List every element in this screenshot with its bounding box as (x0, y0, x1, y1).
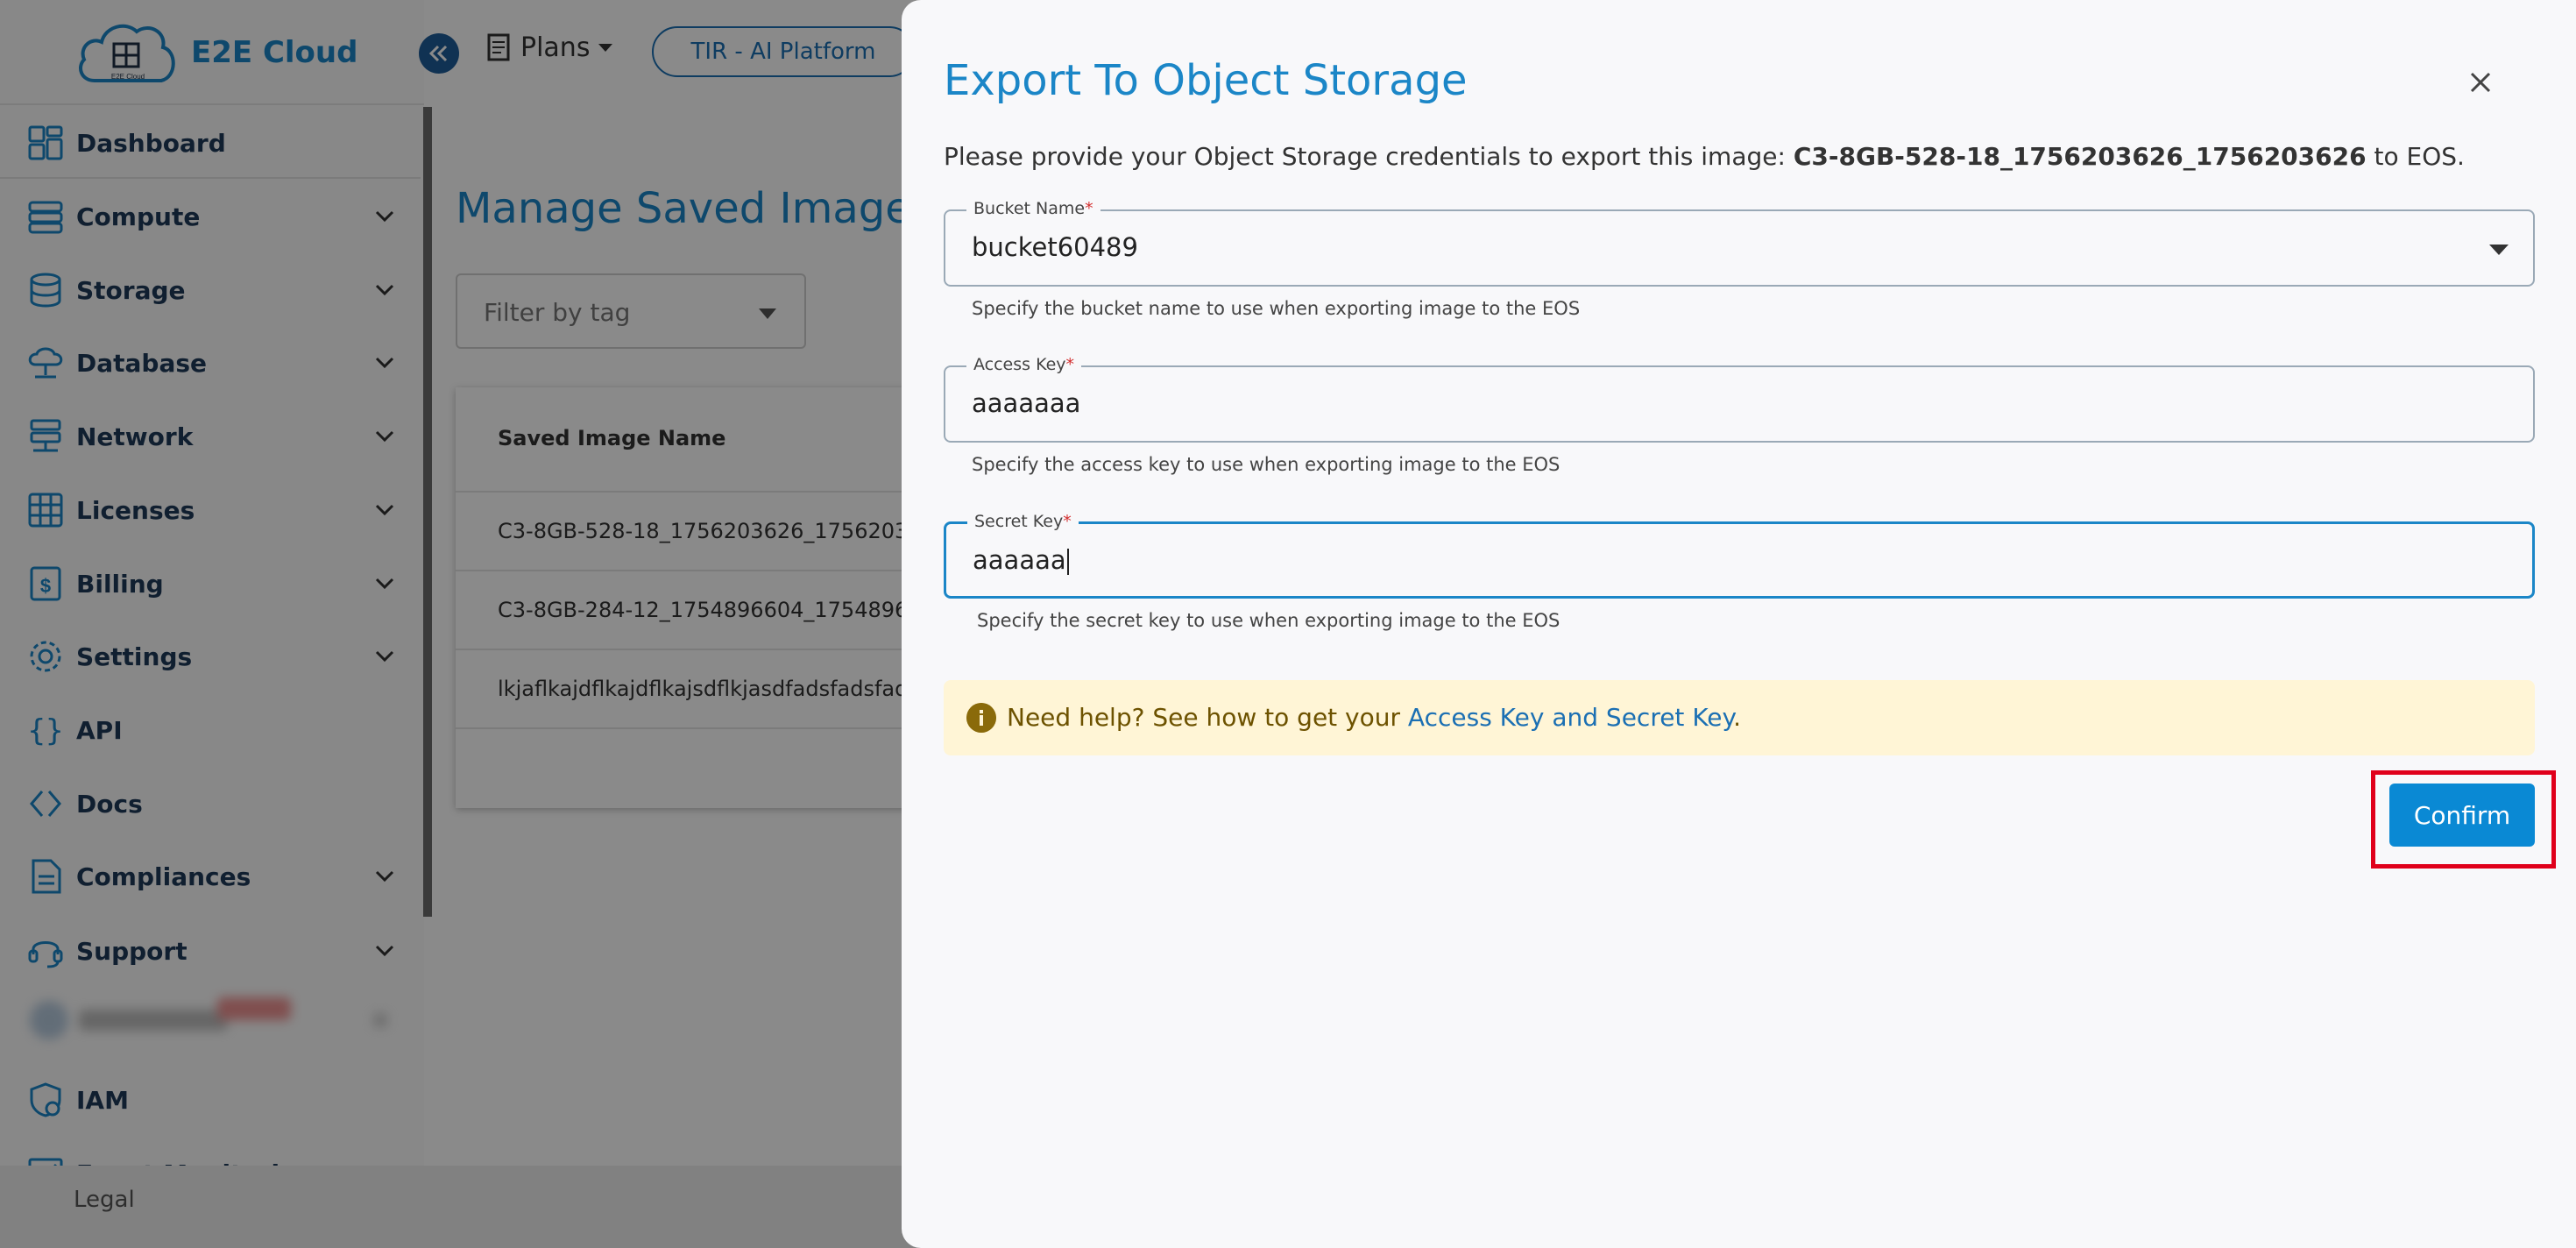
description-prefix: Please provide your Object Storage crede… (944, 142, 1794, 171)
image-name: C3-8GB-528-18_1756203626_1756203626 (1793, 142, 2367, 171)
dialog-description: Please provide your Object Storage crede… (944, 142, 2465, 171)
description-suffix: to EOS. (2366, 142, 2465, 171)
access-secret-key-help-link[interactable]: Access Key and Secret Key (1408, 703, 1733, 732)
bucket-name-help: Specify the bucket name to use when expo… (972, 298, 1581, 319)
access-key-field[interactable]: Access Key* aaaaaaa (944, 355, 2535, 443)
access-key-help: Specify the access key to use when expor… (972, 454, 1560, 475)
bucket-name-label: Bucket Name* (966, 199, 1100, 218)
bucket-name-value: bucket60489 (972, 232, 1138, 262)
text-cursor (1066, 549, 1069, 575)
secret-key-help: Specify the secret key to use when expor… (977, 610, 1560, 631)
access-key-label: Access Key* (966, 355, 1082, 374)
help-suffix: . (1733, 703, 1741, 732)
help-alert: Need help? See how to get your Access Ke… (944, 680, 2535, 755)
secret-key-value: aaaaaa (973, 545, 1066, 575)
caret-down-icon (2489, 245, 2509, 255)
secret-key-value-wrap: aaaaaa (973, 545, 1069, 575)
help-prefix: Need help? See how to get your (1007, 703, 1408, 732)
close-icon[interactable] (2465, 67, 2496, 98)
help-text: Need help? See how to get your Access Ke… (1007, 703, 1741, 732)
dialog-title: Export To Object Storage (944, 56, 1468, 105)
bucket-name-select[interactable]: Bucket Name* bucket60489 (944, 199, 2535, 287)
secret-key-field[interactable]: Secret Key* aaaaaa (944, 512, 2535, 599)
export-to-object-storage-dialog: Export To Object Storage Please provide … (902, 0, 2576, 1248)
access-key-value: aaaaaaa (972, 388, 1081, 418)
confirm-button[interactable]: Confirm (2389, 784, 2535, 847)
secret-key-label: Secret Key* (967, 512, 1079, 531)
info-icon (966, 703, 996, 733)
